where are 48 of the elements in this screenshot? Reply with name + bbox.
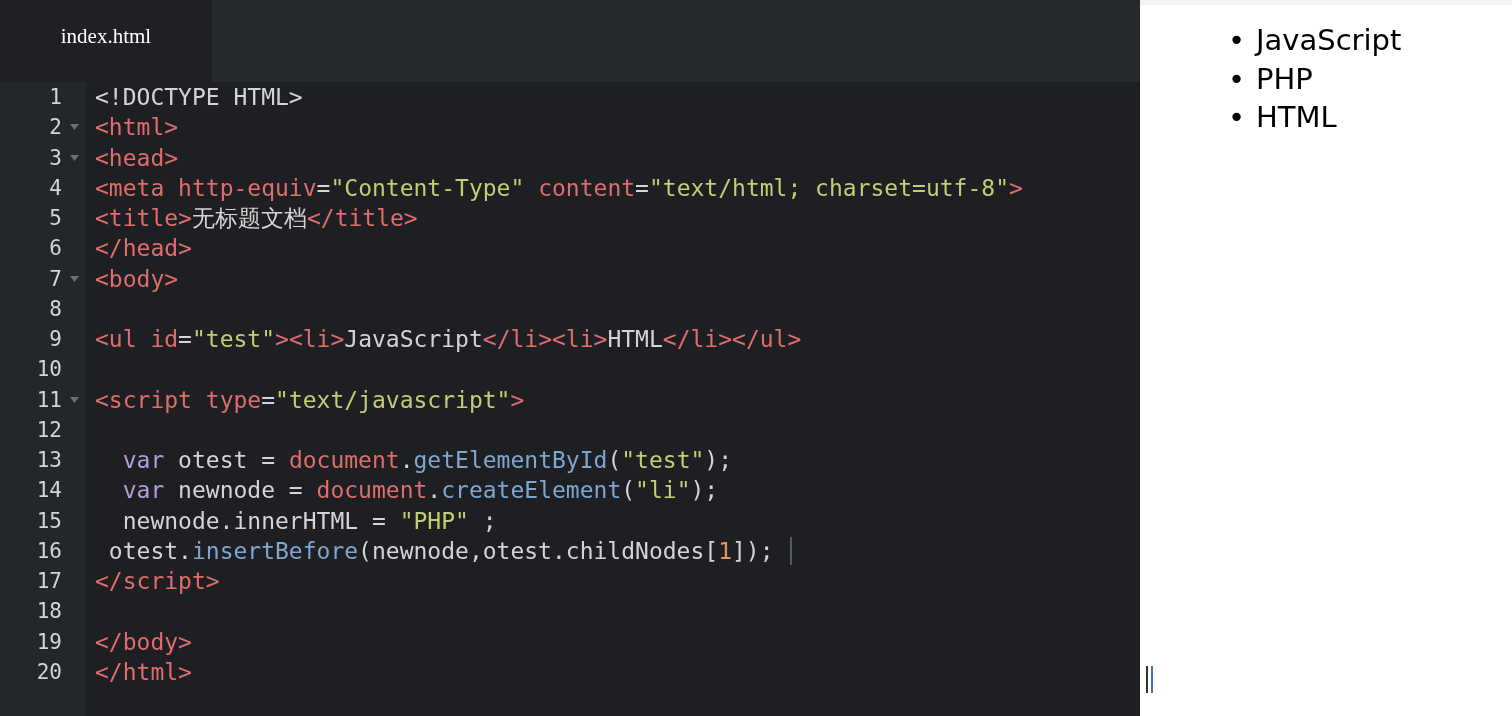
code-line: <ul id="test"><li>JavaScript</li><li>HTML</li></ul> (95, 326, 802, 353)
list-item: PHP (1256, 60, 1313, 97)
code-line: <script type="text/javascript"> (95, 386, 525, 413)
line-number: 1 (49, 85, 62, 110)
code-line: <head> (95, 144, 179, 171)
list-item: HTML (1256, 99, 1337, 136)
line-number: 7 (49, 266, 62, 291)
code-line: var newnode = document.createElement("li"); (121, 477, 719, 504)
line-number: 3 (49, 145, 62, 170)
code-line: <html> (95, 114, 179, 141)
code-line: </html> (95, 658, 192, 685)
line-number: 20 (36, 659, 62, 684)
fold-caret-icon[interactable] (69, 154, 79, 161)
bullet: • (1228, 60, 1247, 97)
line-number: 5 (49, 206, 62, 231)
line-number: 16 (36, 538, 62, 563)
line-number: 2 (49, 115, 62, 140)
code-line: newnode.innerHTML = "PHP" ; (121, 507, 497, 534)
line-number: 17 (36, 569, 62, 594)
code-line: <title>无标题文档</title> (95, 203, 418, 233)
line-number: 14 (36, 478, 62, 503)
list-item: JavaScript (1256, 22, 1402, 59)
file-tab[interactable]: index.html (0, 0, 212, 82)
line-number: 15 (36, 508, 62, 533)
fold-caret-icon[interactable] (69, 275, 79, 282)
code-line: otest.insertBefore(newnode,otest.childNodes[1]); (107, 537, 774, 564)
line-number: 12 (36, 417, 62, 442)
line-number: 13 (36, 448, 62, 473)
line-number: 9 (49, 327, 62, 352)
resize-handle-icon[interactable] (1145, 666, 1155, 693)
code-line: </body> (95, 628, 192, 655)
line-number: 4 (49, 175, 62, 200)
code-line: var otest = document.getElementById("test"); (121, 447, 733, 474)
fold-caret-icon[interactable] (69, 396, 79, 403)
code-line: </head> (95, 235, 192, 262)
line-number: 8 (49, 296, 62, 321)
bullet: • (1228, 99, 1247, 136)
fold-caret-icon[interactable] (69, 124, 79, 131)
code-line: </script> (95, 568, 220, 595)
line-number: 18 (36, 599, 62, 624)
line-number: 10 (36, 357, 62, 382)
line-number: 11 (36, 387, 62, 412)
code-line: <!DOCTYPE HTML> (95, 84, 303, 111)
line-number: 6 (49, 236, 62, 261)
bullet: • (1228, 22, 1247, 59)
code-line: <meta http-equiv="Content-Type" content="text/html; charset=utf-8"> (95, 174, 1023, 201)
code-line: <body> (95, 265, 179, 292)
line-number: 19 (36, 629, 62, 654)
